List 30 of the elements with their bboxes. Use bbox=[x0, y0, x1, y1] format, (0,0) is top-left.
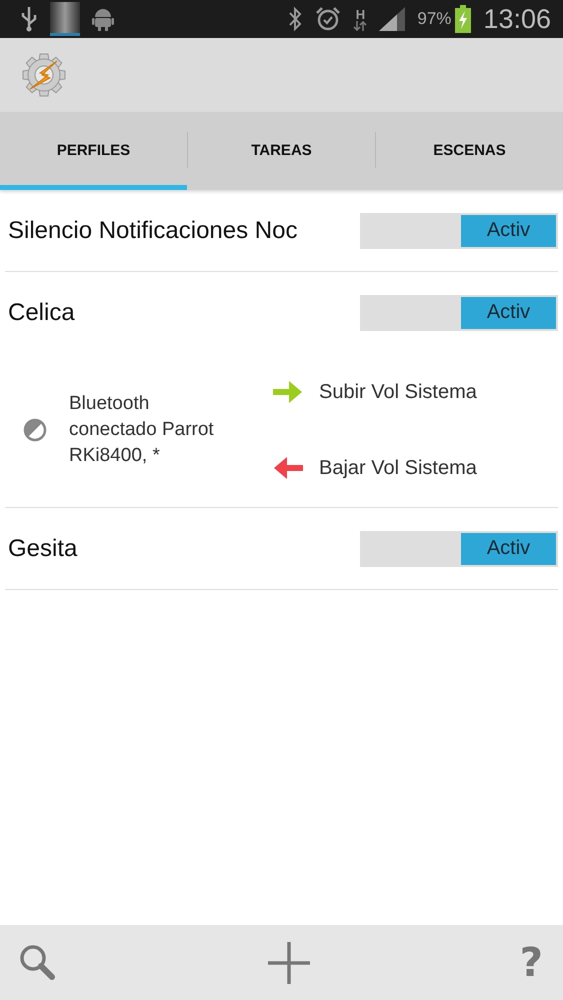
help-button[interactable]: ? bbox=[520, 940, 543, 986]
toggle-switch[interactable]: Activ bbox=[360, 530, 558, 566]
context-label[interactable]: Bluetooth conectado Parrot RKi8400, * bbox=[69, 391, 229, 469]
tab[interactable]: TAREAS bbox=[188, 112, 375, 190]
add-icon[interactable] bbox=[266, 940, 311, 984]
task-label[interactable]: Subir Vol Sistema bbox=[319, 380, 477, 404]
left-arrow-icon bbox=[273, 455, 303, 481]
toggle-switch[interactable]: Activ bbox=[360, 212, 558, 248]
battery-percent: 97% bbox=[417, 9, 452, 29]
profile-name[interactable]: Gesita bbox=[8, 534, 78, 562]
toggle-switch[interactable]: Activ bbox=[360, 294, 558, 330]
gear-lightning-icon[interactable] bbox=[21, 52, 67, 98]
data-arrows-icon bbox=[353, 20, 368, 30]
right-arrow-icon bbox=[273, 379, 303, 405]
profile-name[interactable]: Silencio Notificaciones Noc bbox=[8, 216, 298, 244]
android-icon bbox=[92, 7, 114, 31]
search-icon[interactable] bbox=[18, 942, 58, 982]
task-label[interactable]: Bajar Vol Sistema bbox=[319, 456, 477, 480]
thumbnail-icon bbox=[50, 2, 80, 36]
usb-icon bbox=[20, 6, 38, 32]
battery-charging-icon bbox=[455, 5, 472, 33]
profile-name[interactable]: Celica bbox=[8, 298, 75, 326]
tab[interactable]: ESCENAS bbox=[376, 112, 563, 190]
alarm-icon bbox=[315, 6, 342, 32]
tab[interactable]: PERFILES bbox=[0, 112, 187, 190]
signal-icon bbox=[379, 7, 406, 31]
bluetooth-icon bbox=[287, 6, 304, 32]
half-circle-icon bbox=[23, 418, 47, 442]
clock: 13:06 bbox=[483, 4, 551, 34]
network-type: H bbox=[356, 8, 366, 20]
